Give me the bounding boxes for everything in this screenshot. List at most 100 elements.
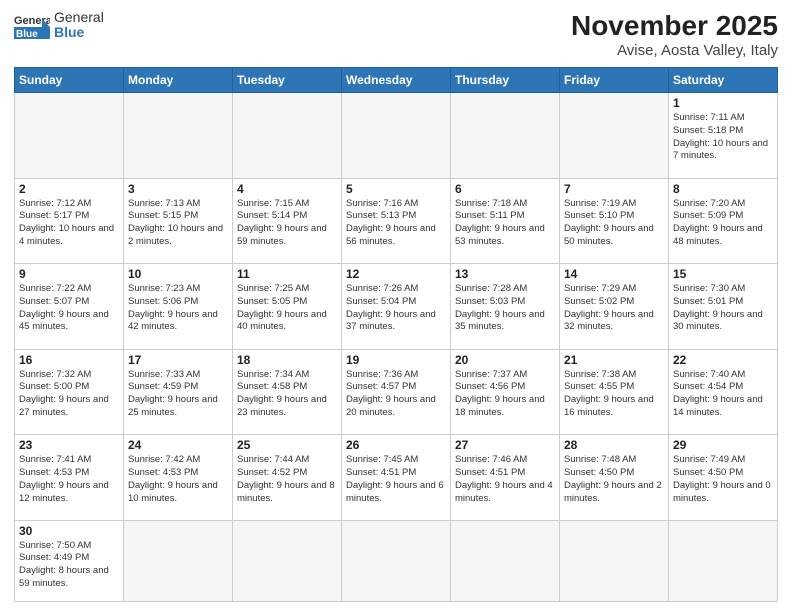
day-number: 30 [19,524,119,538]
day-cell [342,93,451,179]
day-cell: 24 Sunrise: 7:42 AM Sunset: 4:53 PM Dayli… [124,435,233,521]
week-row-2: 2 Sunrise: 7:12 AM Sunset: 5:17 PM Daylig… [15,178,778,264]
day-info: Sunrise: 7:26 AM Sunset: 5:04 PM Dayligh… [346,283,446,334]
day-info: Sunrise: 7:15 AM Sunset: 5:14 PM Dayligh… [237,198,337,249]
day-info: Sunrise: 7:38 AM Sunset: 4:55 PM Dayligh… [564,369,664,420]
day-number: 5 [346,182,446,196]
day-number: 7 [564,182,664,196]
day-cell: 7 Sunrise: 7:19 AM Sunset: 5:10 PM Daylig… [560,178,669,264]
weekday-header-row: Sunday Monday Tuesday Wednesday Thursday… [15,68,778,93]
week-row-3: 9 Sunrise: 7:22 AM Sunset: 5:07 PM Daylig… [15,264,778,350]
day-info: Sunrise: 7:32 AM Sunset: 5:00 PM Dayligh… [19,369,119,420]
day-number: 9 [19,267,119,281]
day-info: Sunrise: 7:49 AM Sunset: 4:50 PM Dayligh… [673,454,773,505]
week-row-6: 30 Sunrise: 7:50 AM Sunset: 4:49 PM Dayli… [15,520,778,601]
day-number: 17 [128,353,228,367]
day-info: Sunrise: 7:42 AM Sunset: 4:53 PM Dayligh… [128,454,228,505]
day-number: 26 [346,438,446,452]
day-cell [233,93,342,179]
day-cell [560,93,669,179]
day-cell: 28Sunrise: 7:48 AM Sunset: 4:50 PM Dayli… [560,435,669,521]
day-info: Sunrise: 7:16 AM Sunset: 5:13 PM Dayligh… [346,198,446,249]
day-number: 19 [346,353,446,367]
day-info: Sunrise: 7:36 AM Sunset: 4:57 PM Dayligh… [346,369,446,420]
day-cell: 23Sunrise: 7:41 AM Sunset: 4:53 PM Dayli… [15,435,124,521]
day-info: Sunrise: 7:22 AM Sunset: 5:07 PM Dayligh… [19,283,119,334]
day-cell: 12 Sunrise: 7:26 AM Sunset: 5:04 PM Dayli… [342,264,451,350]
calendar-title: November 2025 [571,10,778,42]
day-cell: 2 Sunrise: 7:12 AM Sunset: 5:17 PM Daylig… [15,178,124,264]
day-cell: 4Sunrise: 7:15 AM Sunset: 5:14 PM Daylig… [233,178,342,264]
day-cell: 20 Sunrise: 7:37 AM Sunset: 4:56 PM Dayli… [451,349,560,435]
day-cell: 8Sunrise: 7:20 AM Sunset: 5:09 PM Daylig… [669,178,778,264]
page: General Blue General Blue November 2025 … [0,0,792,612]
day-info: Sunrise: 7:18 AM Sunset: 5:11 PM Dayligh… [455,198,555,249]
day-cell [124,93,233,179]
day-cell: 5 Sunrise: 7:16 AM Sunset: 5:13 PM Daylig… [342,178,451,264]
day-cell: 10Sunrise: 7:23 AM Sunset: 5:06 PM Dayli… [124,264,233,350]
day-number: 13 [455,267,555,281]
day-cell: 22 Sunrise: 7:40 AM Sunset: 4:54 PM Dayli… [669,349,778,435]
day-info: Sunrise: 7:29 AM Sunset: 5:02 PM Dayligh… [564,283,664,334]
day-number: 28 [564,438,664,452]
header-monday: Monday [124,68,233,93]
day-cell: 3 Sunrise: 7:13 AM Sunset: 5:15 PM Daylig… [124,178,233,264]
day-cell: 16 Sunrise: 7:32 AM Sunset: 5:00 PM Dayli… [15,349,124,435]
day-number: 24 [128,438,228,452]
header-wednesday: Wednesday [342,68,451,93]
day-info: Sunrise: 7:37 AM Sunset: 4:56 PM Dayligh… [455,369,555,420]
day-cell: 17 Sunrise: 7:33 AM Sunset: 4:59 PM Dayli… [124,349,233,435]
day-number: 11 [237,267,337,281]
day-info: Sunrise: 7:28 AM Sunset: 5:03 PM Dayligh… [455,283,555,334]
title-block: November 2025 Avise, Aosta Valley, Italy [571,10,778,59]
day-info: Sunrise: 7:33 AM Sunset: 4:59 PM Dayligh… [128,369,228,420]
day-number: 1 [673,96,773,110]
calendar-subtitle: Avise, Aosta Valley, Italy [571,42,778,59]
header-thursday: Thursday [451,68,560,93]
day-number: 20 [455,353,555,367]
day-info: Sunrise: 7:50 AM Sunset: 4:49 PM Dayligh… [19,540,119,591]
day-cell [560,520,669,601]
week-row-5: 23Sunrise: 7:41 AM Sunset: 4:53 PM Dayli… [15,435,778,521]
calendar-table: Sunday Monday Tuesday Wednesday Thursday… [14,67,778,602]
day-number: 21 [564,353,664,367]
day-info: Sunrise: 7:34 AM Sunset: 4:58 PM Dayligh… [237,369,337,420]
day-cell: 14Sunrise: 7:29 AM Sunset: 5:02 PM Dayli… [560,264,669,350]
day-cell: 1 Sunrise: 7:11 AM Sunset: 5:18 PM Daylig… [669,93,778,179]
day-cell: 18 Sunrise: 7:34 AM Sunset: 4:58 PM Dayli… [233,349,342,435]
day-cell: 21 Sunrise: 7:38 AM Sunset: 4:55 PM Dayli… [560,349,669,435]
day-info: Sunrise: 7:19 AM Sunset: 5:10 PM Dayligh… [564,198,664,249]
day-number: 16 [19,353,119,367]
day-cell: 27 Sunrise: 7:46 AM Sunset: 4:51 PM Dayli… [451,435,560,521]
header-tuesday: Tuesday [233,68,342,93]
day-cell [124,520,233,601]
day-info: Sunrise: 7:30 AM Sunset: 5:01 PM Dayligh… [673,283,773,334]
day-number: 6 [455,182,555,196]
day-cell [233,520,342,601]
week-row-1: 1 Sunrise: 7:11 AM Sunset: 5:18 PM Daylig… [15,93,778,179]
week-row-4: 16 Sunrise: 7:32 AM Sunset: 5:00 PM Dayli… [15,349,778,435]
day-number: 10 [128,267,228,281]
day-cell: 11Sunrise: 7:25 AM Sunset: 5:05 PM Dayli… [233,264,342,350]
day-number: 27 [455,438,555,452]
day-number: 12 [346,267,446,281]
logo: General Blue General Blue [14,10,104,41]
day-number: 23 [19,438,119,452]
logo-general-text: General [54,10,104,25]
day-info: Sunrise: 7:12 AM Sunset: 5:17 PM Dayligh… [19,198,119,249]
day-cell: 6 Sunrise: 7:18 AM Sunset: 5:11 PM Daylig… [451,178,560,264]
day-number: 3 [128,182,228,196]
day-number: 22 [673,353,773,367]
day-number: 2 [19,182,119,196]
day-number: 18 [237,353,337,367]
day-info: Sunrise: 7:46 AM Sunset: 4:51 PM Dayligh… [455,454,555,505]
day-info: Sunrise: 7:11 AM Sunset: 5:18 PM Dayligh… [673,112,773,163]
day-info: Sunrise: 7:13 AM Sunset: 5:15 PM Dayligh… [128,198,228,249]
header-friday: Friday [560,68,669,93]
day-cell: 9 Sunrise: 7:22 AM Sunset: 5:07 PM Daylig… [15,264,124,350]
day-info: Sunrise: 7:45 AM Sunset: 4:51 PM Dayligh… [346,454,446,505]
header-saturday: Saturday [669,68,778,93]
header: General Blue General Blue November 2025 … [14,10,778,59]
day-info: Sunrise: 7:40 AM Sunset: 4:54 PM Dayligh… [673,369,773,420]
day-cell: 25Sunrise: 7:44 AM Sunset: 4:52 PM Dayli… [233,435,342,521]
